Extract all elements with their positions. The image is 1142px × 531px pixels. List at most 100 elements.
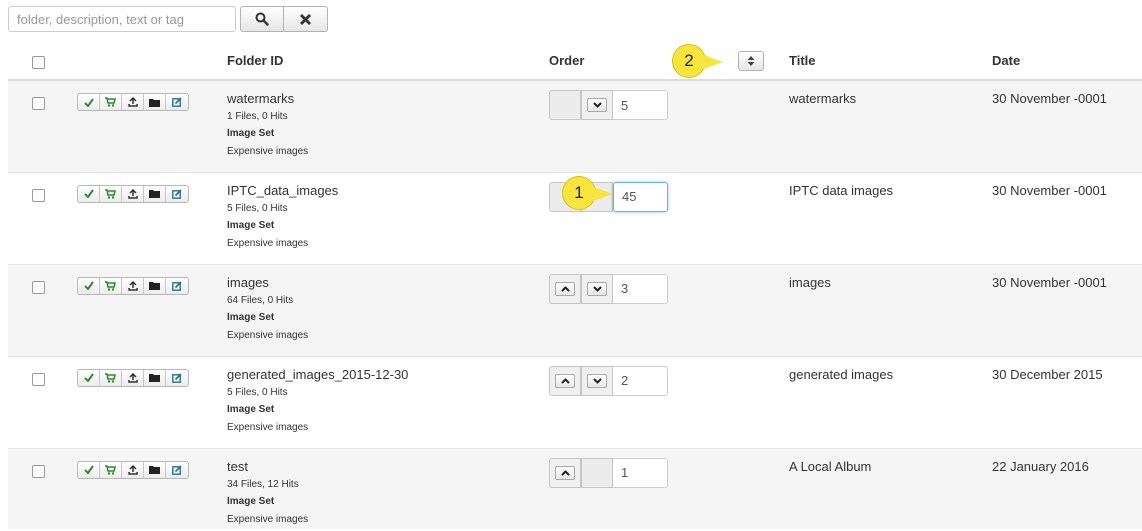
row-date: 30 December 2015: [992, 366, 1103, 382]
order-input[interactable]: [613, 90, 668, 120]
check-icon: [83, 465, 94, 474]
upload-button[interactable]: [122, 277, 144, 294]
row-date: 30 November -0001: [992, 91, 1107, 106]
edit-icon: [172, 464, 182, 475]
table-header-row: Folder ID Order Title Date: [8, 42, 1142, 81]
edit-button[interactable]: [166, 94, 188, 110]
upload-button[interactable]: [122, 185, 144, 202]
publish-button[interactable]: [78, 185, 100, 202]
folder-icon: [149, 190, 160, 198]
folder-button[interactable]: [144, 185, 166, 202]
edit-button[interactable]: [166, 370, 188, 386]
header-order[interactable]: Order: [549, 42, 789, 81]
cart-button[interactable]: [100, 185, 122, 202]
folder-button[interactable]: [144, 94, 166, 110]
upload-icon: [127, 372, 138, 383]
upload-button[interactable]: [122, 94, 144, 110]
search-input[interactable]: [8, 6, 236, 32]
chevron-up-icon: [560, 285, 570, 292]
folder-id-link[interactable]: generated_images_2015-12-30: [227, 367, 549, 382]
folder-id-link[interactable]: images: [227, 275, 549, 290]
actions-header: [45, 42, 227, 81]
callout-two: 2: [672, 44, 723, 78]
check-icon: [83, 281, 94, 290]
folder-description: Expensive images: [227, 237, 309, 249]
file-hit-count: 64 Files, 0 Hits: [227, 294, 294, 306]
order-input[interactable]: [613, 181, 668, 212]
select-all-checkbox[interactable]: [32, 55, 45, 69]
row-checkbox[interactable]: [32, 188, 45, 202]
edit-button[interactable]: [166, 186, 188, 202]
upload-icon: [127, 188, 138, 199]
upload-button[interactable]: [122, 369, 144, 386]
row-actions: [77, 460, 189, 479]
order-input[interactable]: [613, 457, 668, 488]
folder-table: Folder ID Order Title Date watermarks 1 …: [8, 42, 1142, 529]
row-checkbox[interactable]: [32, 372, 45, 386]
publish-button[interactable]: [78, 94, 100, 110]
folder-button[interactable]: [144, 369, 166, 386]
row-actions: [77, 276, 189, 295]
cart-button[interactable]: [100, 461, 122, 478]
folder-button[interactable]: [144, 461, 166, 478]
header-title[interactable]: Title: [789, 42, 992, 81]
row-checkbox[interactable]: [32, 280, 45, 294]
row-actions: [77, 368, 189, 387]
edit-icon: [172, 280, 182, 291]
folder-id-link[interactable]: watermarks: [227, 91, 549, 106]
folder-icon: [149, 98, 160, 107]
cart-icon: [105, 280, 116, 291]
edit-icon: [172, 97, 182, 107]
image-set-label: Image Set: [227, 128, 275, 139]
move-up-button[interactable]: [549, 273, 581, 304]
row-title: images: [789, 274, 831, 290]
clear-button[interactable]: [284, 6, 328, 32]
publish-button[interactable]: [78, 277, 100, 294]
cart-button[interactable]: [100, 369, 122, 386]
edit-button[interactable]: [166, 462, 188, 478]
move-up-button[interactable]: [549, 457, 581, 488]
table-row: images 64 Files, 0 Hits Image Set Expens…: [8, 263, 1142, 356]
header-date[interactable]: Date: [992, 42, 1142, 81]
move-down-button[interactable]: [581, 273, 613, 304]
cart-icon: [105, 372, 116, 383]
edit-button[interactable]: [166, 278, 188, 294]
order-control: [549, 90, 789, 120]
folder-id-link[interactable]: IPTC_data_images: [227, 183, 549, 198]
move-up-placeholder: [549, 90, 581, 120]
chevron-up-icon: [560, 377, 570, 384]
row-checkbox[interactable]: [32, 464, 45, 478]
cart-button[interactable]: [100, 94, 122, 110]
folder-id-link[interactable]: test: [227, 459, 549, 474]
file-hit-count: 1 Files, 0 Hits: [227, 111, 288, 122]
upload-button[interactable]: [122, 461, 144, 478]
row-date: 30 November -0001: [992, 182, 1107, 198]
row-actions: [77, 184, 189, 203]
folder-icon: [149, 282, 160, 290]
chevron-down-icon: [592, 285, 602, 292]
order-input[interactable]: [613, 365, 668, 396]
publish-button[interactable]: [78, 369, 100, 386]
search-button[interactable]: [240, 6, 284, 32]
move-up-button[interactable]: [549, 365, 581, 396]
folder-description: Expensive images: [227, 421, 309, 433]
search-icon: [255, 12, 269, 26]
cart-button[interactable]: [100, 277, 122, 294]
order-input[interactable]: [613, 273, 668, 304]
chevron-up-icon: [560, 469, 570, 476]
row-checkbox[interactable]: [32, 97, 45, 110]
folder-button[interactable]: [144, 277, 166, 294]
check-icon: [83, 97, 94, 107]
search-button-group: [240, 6, 328, 32]
row-date: 22 January 2016: [992, 458, 1089, 474]
upload-icon: [127, 280, 138, 291]
move-down-button[interactable]: [581, 90, 613, 120]
publish-button[interactable]: [78, 461, 100, 478]
table-row: generated_images_2015-12-30 5 Files, 0 H…: [8, 355, 1142, 448]
file-hit-count: 5 Files, 0 Hits: [227, 202, 288, 214]
chevron-down-icon: [592, 102, 602, 108]
table-row: test 34 Files, 12 Hits Image Set Expensi…: [8, 447, 1142, 529]
move-down-button[interactable]: [581, 365, 613, 396]
header-folder-id[interactable]: Folder ID: [227, 42, 549, 81]
row-actions: [77, 93, 189, 111]
